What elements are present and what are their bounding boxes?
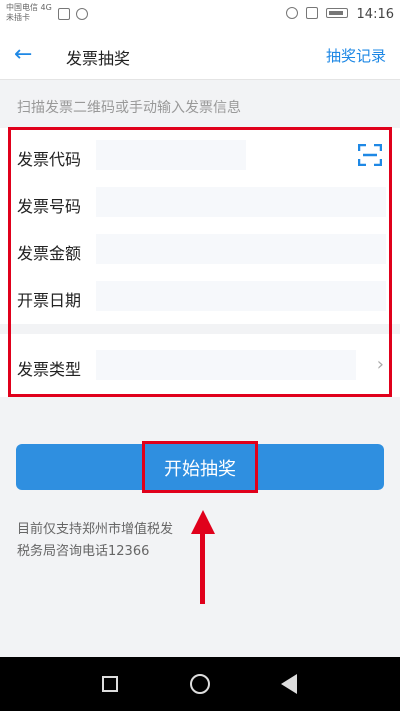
signal-icon xyxy=(306,7,318,19)
carrier-info: 中国电信 4G 未插卡 xyxy=(6,3,52,23)
back-arrow-icon[interactable]: ← xyxy=(14,42,32,67)
support-note: 目前仅支持郑州市增值税发 xyxy=(17,522,174,537)
headphone-icon xyxy=(286,7,298,19)
status-bar: 中国电信 4G 未插卡 14:16 xyxy=(0,0,400,30)
recent-apps-icon[interactable] xyxy=(102,676,118,692)
page-title: 发票抽奖 xyxy=(66,49,131,68)
carrier-name: 中国电信 4G xyxy=(6,3,52,12)
home-icon[interactable] xyxy=(190,674,210,694)
image-notification-icon xyxy=(58,8,70,20)
back-icon[interactable] xyxy=(281,674,297,694)
hotline-note: 税务局咨询电话12366 xyxy=(17,544,150,559)
lottery-records-link[interactable]: 抽奖记录 xyxy=(326,45,386,66)
clock: 14:16 xyxy=(356,7,394,22)
sync-notification-icon xyxy=(76,8,88,20)
button-highlight-box xyxy=(142,441,258,493)
input-hint: 扫描发票二维码或手动输入发票信息 xyxy=(17,100,241,116)
pointer-arrow-shaft xyxy=(200,530,205,604)
system-navigation-bar xyxy=(0,657,400,711)
navigation-bar: ← 发票抽奖 抽奖记录 xyxy=(0,30,400,80)
sim-status: 未插卡 xyxy=(6,13,30,22)
form-highlight-box xyxy=(8,127,392,397)
battery-icon xyxy=(326,8,348,18)
